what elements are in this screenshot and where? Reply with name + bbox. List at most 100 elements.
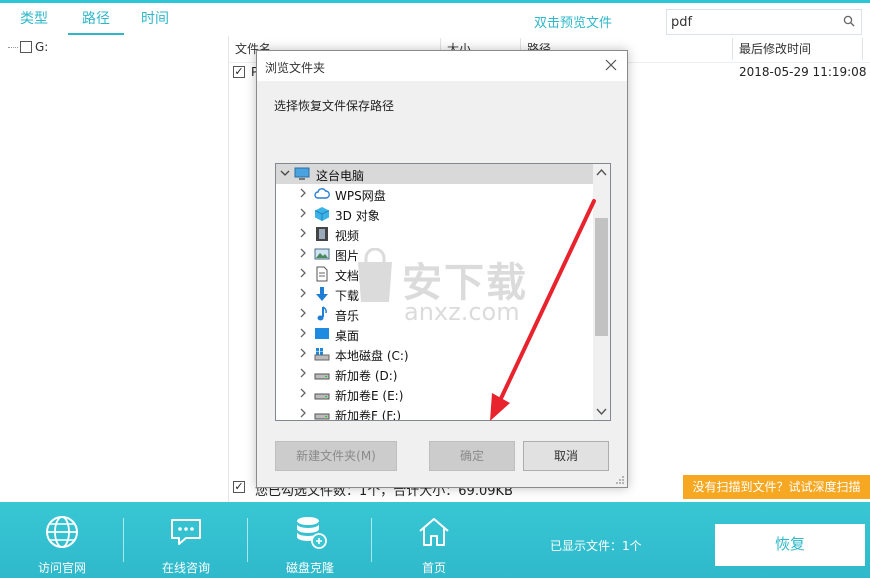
- picture-icon: [314, 248, 330, 260]
- deep-scan-link[interactable]: 没有扫描到文件？试试深度扫描: [683, 475, 870, 499]
- folder-tree-item[interactable]: 音乐: [276, 304, 594, 324]
- search-box: [666, 9, 862, 35]
- recover-button[interactable]: 恢复: [715, 524, 865, 566]
- folder-tree-label: 文档: [335, 269, 360, 283]
- database-icon: [297, 517, 327, 549]
- tree-connector: [8, 47, 18, 48]
- folder-tree-item[interactable]: 下载: [276, 284, 594, 304]
- folder-tree-label: 新加卷F (F:): [335, 409, 402, 421]
- chevron-right-icon[interactable]: [298, 308, 308, 318]
- bottom-bar: 访问官网 在线咨询 磁盘克隆 首页 已显示文件：1个 恢复: [0, 502, 870, 578]
- folder-tree-item-this-pc[interactable]: 这台电脑: [276, 164, 594, 184]
- folder-tree-label: 这台电脑: [316, 169, 365, 183]
- folder-tree-label: 视频: [335, 229, 360, 243]
- ok-button[interactable]: 确定: [429, 441, 515, 471]
- folder-tree-item[interactable]: 视频: [276, 224, 594, 244]
- folder-tree-label: WPS网盘: [335, 189, 386, 203]
- drive-icon: [314, 393, 330, 400]
- folder-tree: 这台电脑 WPS网盘 3D 对象 视频 图片 文档 下载 音乐 桌面 本地磁盘 …: [275, 163, 611, 421]
- search-icon[interactable]: [843, 15, 855, 27]
- chevron-right-icon[interactable]: [298, 188, 308, 198]
- chevron-right-icon[interactable]: [298, 348, 308, 358]
- document-icon: [316, 266, 328, 282]
- shown-file-count: 已显示文件：1个: [550, 539, 642, 553]
- folder-tree-item[interactable]: 文档: [276, 264, 594, 284]
- column-divider[interactable]: [862, 38, 863, 60]
- scroll-down-icon[interactable]: [596, 408, 607, 416]
- folder-tree-item[interactable]: 新加卷E (E:): [276, 384, 594, 404]
- folder-tree-scrollbar[interactable]: [593, 164, 610, 420]
- drive-label[interactable]: G:: [35, 40, 48, 54]
- folder-tree-label: 新加卷 (D:): [335, 369, 398, 383]
- close-icon[interactable]: [603, 57, 619, 73]
- download-icon: [316, 287, 328, 301]
- nav-home[interactable]: 首页: [372, 502, 496, 578]
- folder-tree-label: 音乐: [335, 309, 360, 323]
- resize-grip-icon[interactable]: [615, 475, 625, 485]
- scrollbar-thumb[interactable]: [595, 218, 608, 336]
- filter-tab-bar: 类型 路径 时间 双击预览文件: [0, 3, 870, 36]
- drive-checkbox[interactable]: [20, 41, 32, 53]
- dialog-prompt: 选择恢复文件保存路径: [274, 99, 395, 113]
- nav-label: 磁盘克隆: [285, 561, 334, 575]
- search-input[interactable]: [671, 12, 839, 32]
- chevron-down-icon[interactable]: [280, 168, 290, 178]
- drive-icon: [314, 373, 330, 380]
- drive-tree: G:: [0, 36, 228, 502]
- chevron-right-icon[interactable]: [298, 248, 308, 258]
- scroll-up-icon[interactable]: [596, 168, 607, 176]
- folder-tree-label: 3D 对象: [335, 209, 380, 223]
- nav-label: 访问官网: [37, 561, 86, 575]
- music-icon: [317, 306, 327, 321]
- chevron-right-icon[interactable]: [298, 368, 308, 378]
- select-all-checkbox[interactable]: ✓: [233, 481, 245, 493]
- folder-tree-item[interactable]: WPS网盘: [276, 184, 594, 204]
- folder-tree-label: 桌面: [335, 329, 360, 343]
- drive-icon: [314, 413, 330, 420]
- app-window: 类型 路径 时间 双击预览文件 G: 文件名 大小 路径 最后修改时间 ✓ P: [0, 0, 870, 578]
- row-checkbox[interactable]: ✓: [233, 66, 245, 78]
- chevron-right-icon[interactable]: [298, 408, 308, 418]
- folder-tree-item[interactable]: 3D 对象: [276, 204, 594, 224]
- chevron-right-icon[interactable]: [298, 328, 308, 338]
- nav-disk-clone[interactable]: 磁盘克隆: [248, 502, 372, 578]
- nav-visit-website[interactable]: 访问官网: [0, 502, 124, 578]
- browse-folder-dialog: 浏览文件夹 选择恢复文件保存路径 这台电脑 WPS网盘 3D 对象 视频 图片 …: [256, 50, 628, 488]
- tab-path[interactable]: 路径: [68, 9, 124, 35]
- folder-tree-label: 图片: [335, 249, 360, 263]
- new-folder-button[interactable]: 新建文件夹(M): [275, 441, 397, 471]
- computer-icon: [294, 167, 310, 180]
- chat-icon: [171, 519, 201, 545]
- nav-label: 在线咨询: [161, 561, 210, 575]
- globe-icon: [46, 516, 78, 548]
- chevron-right-icon[interactable]: [298, 268, 308, 278]
- desktop-icon: [315, 328, 329, 339]
- folder-tree-item[interactable]: 新加卷 (D:): [276, 364, 594, 384]
- folder-tree-item[interactable]: 图片: [276, 244, 594, 264]
- preview-hint: 双击预览文件: [534, 16, 613, 31]
- folder-tree-item[interactable]: 新加卷F (F:): [276, 404, 594, 421]
- video-icon: [316, 227, 328, 241]
- dialog-title: 浏览文件夹: [265, 61, 326, 75]
- folder-tree-label: 下载: [335, 289, 360, 303]
- column-divider[interactable]: [732, 38, 733, 60]
- chevron-right-icon[interactable]: [298, 208, 308, 218]
- column-header-modified[interactable]: 最后修改时间: [739, 40, 811, 57]
- file-modified: 2018-05-29 11:19:08: [739, 65, 867, 79]
- nav-label: 首页: [421, 561, 446, 575]
- nav-online-chat[interactable]: 在线咨询: [124, 502, 248, 578]
- chevron-right-icon[interactable]: [298, 228, 308, 238]
- folder-tree-label: 新加卷E (E:): [335, 389, 404, 403]
- cloud-icon: [314, 188, 330, 199]
- folder-tree-label: 本地磁盘 (C:): [335, 349, 409, 363]
- chevron-right-icon[interactable]: [298, 288, 308, 298]
- folder-tree-item[interactable]: 本地磁盘 (C:): [276, 344, 594, 364]
- tab-time[interactable]: 时间: [141, 9, 169, 35]
- cancel-button[interactable]: 取消: [523, 441, 609, 471]
- home-icon: [419, 518, 449, 546]
- tab-type[interactable]: 类型: [20, 9, 48, 35]
- cube-icon: [314, 207, 330, 221]
- folder-tree-item[interactable]: 桌面: [276, 324, 594, 344]
- chevron-right-icon[interactable]: [298, 388, 308, 398]
- dialog-titlebar[interactable]: 浏览文件夹: [257, 51, 627, 81]
